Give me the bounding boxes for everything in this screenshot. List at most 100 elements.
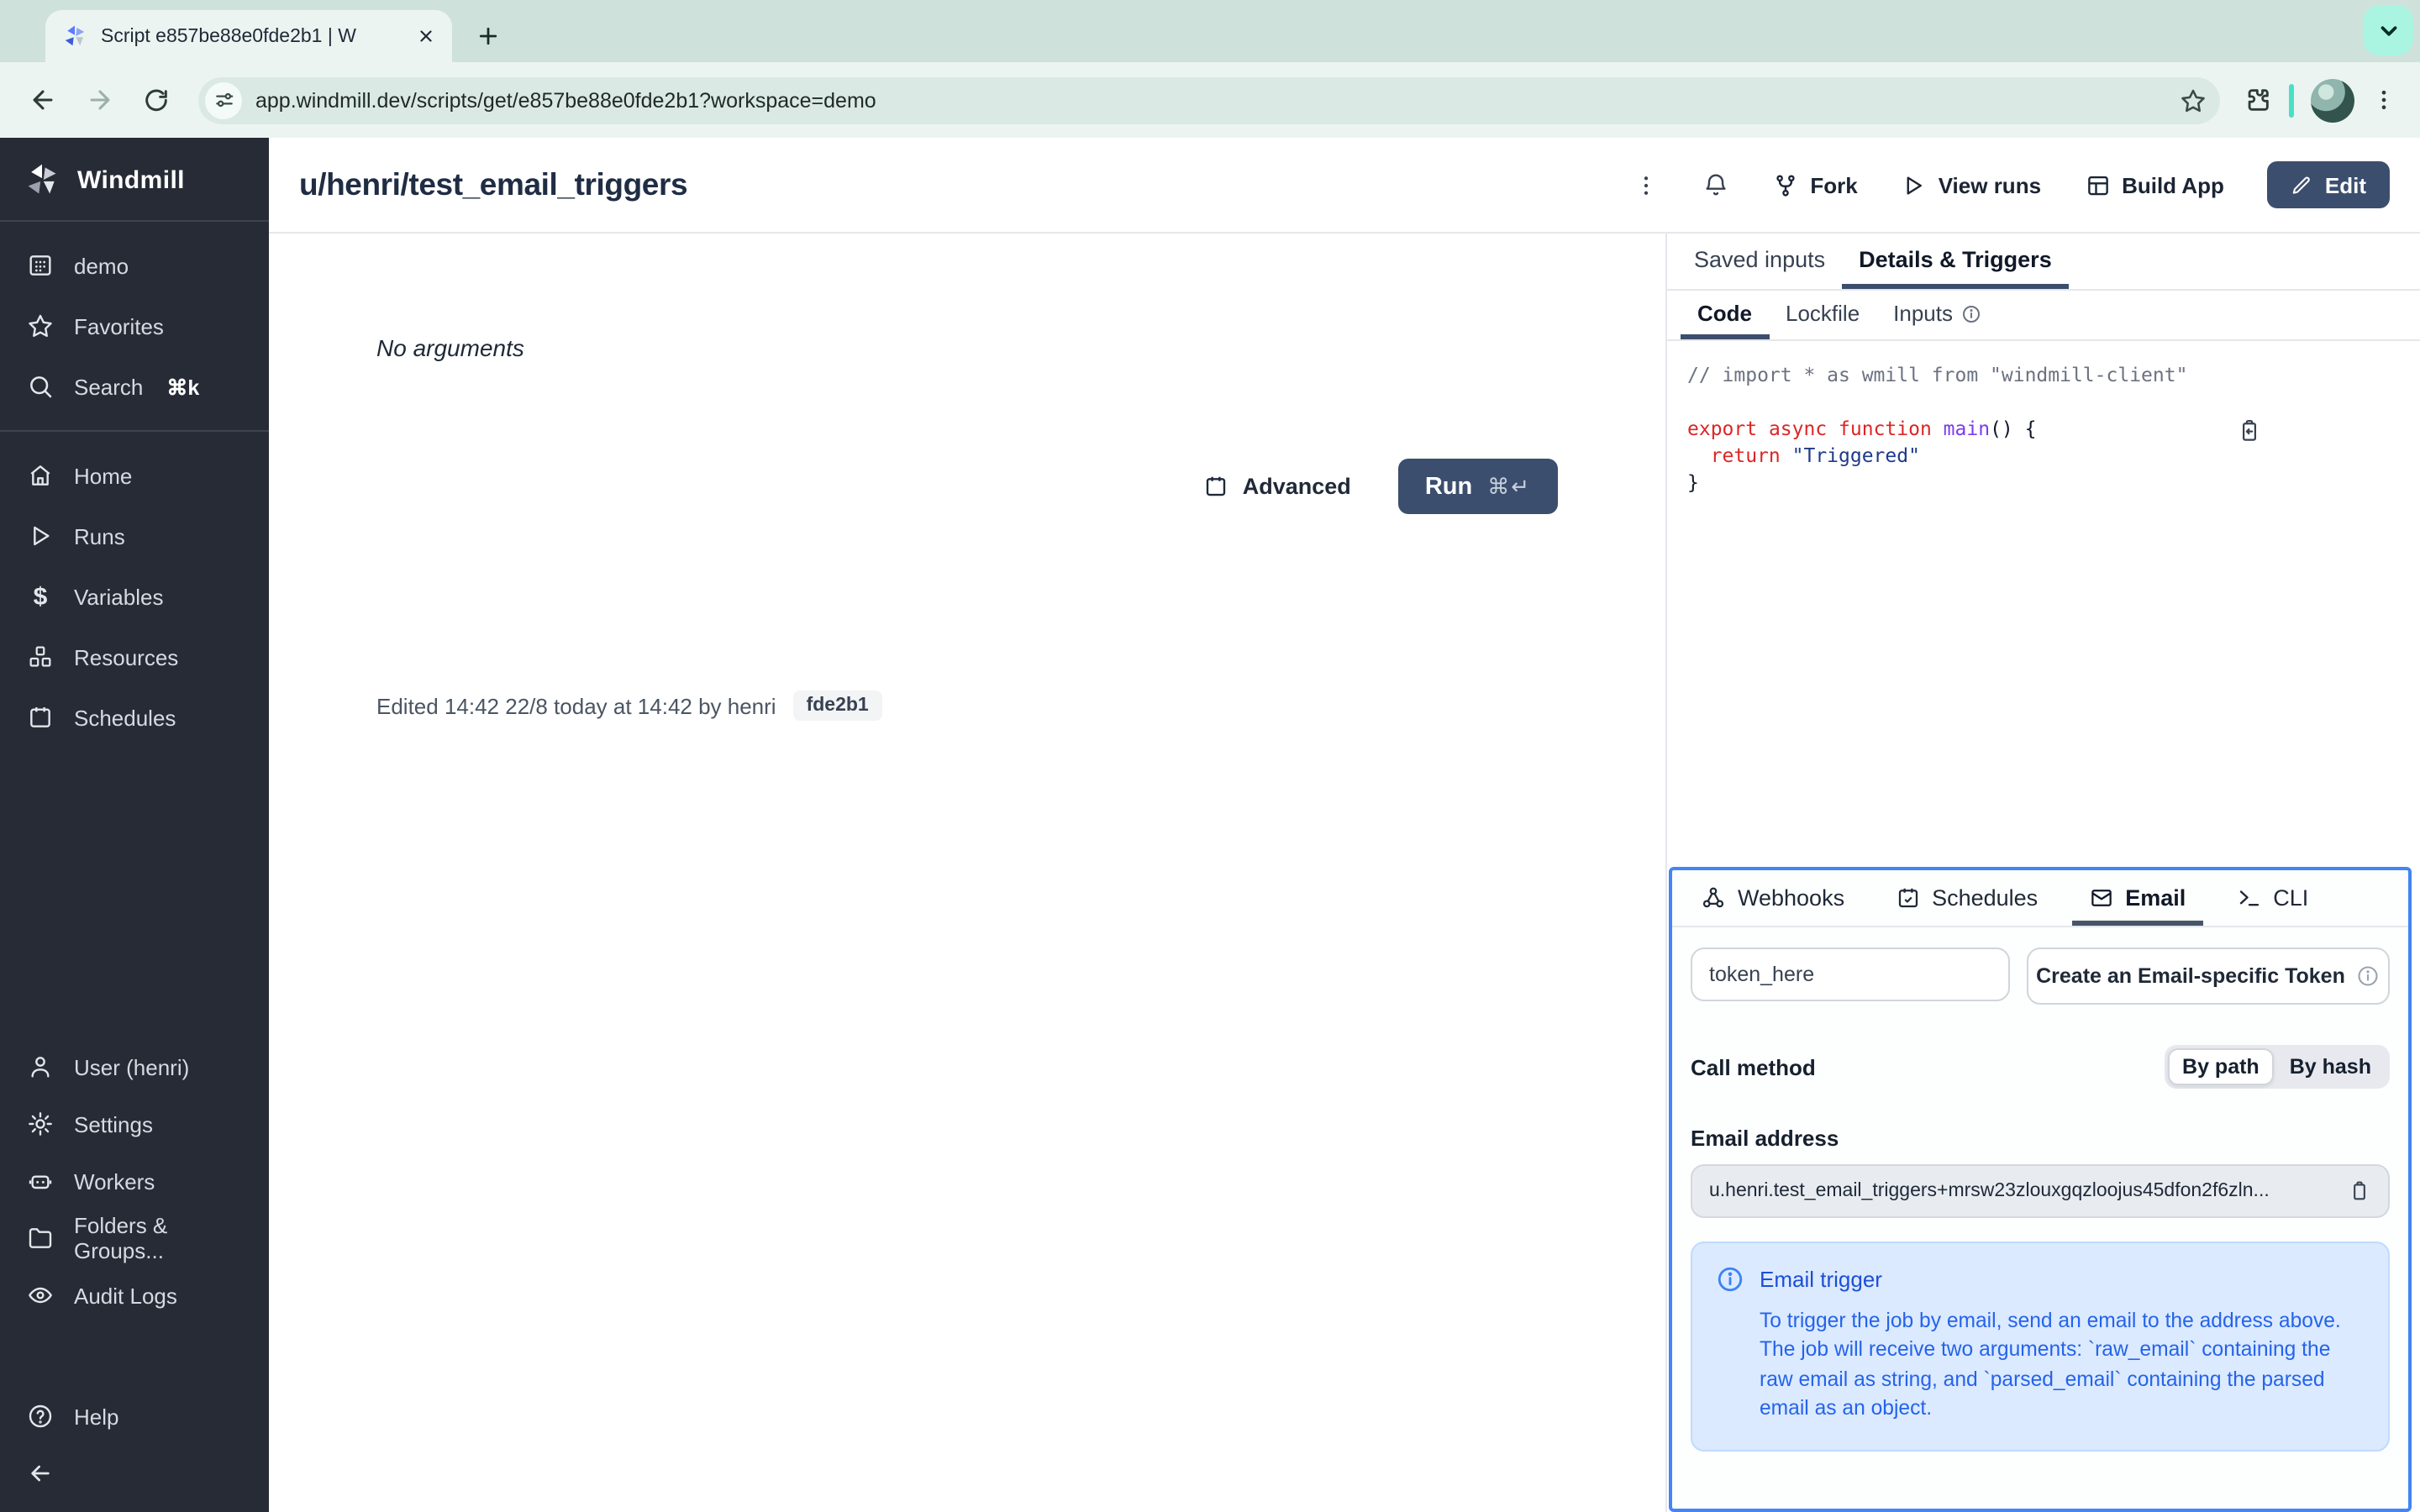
- calendar-icon: [1204, 474, 1229, 499]
- kebab-menu-icon[interactable]: [1634, 172, 1659, 197]
- brand-label: Windmill: [77, 165, 185, 194]
- sidebar-item-resources[interactable]: Resources: [0, 627, 269, 687]
- sidebar-collapse-button[interactable]: [0, 1445, 269, 1502]
- sidebar-item-favorites[interactable]: Favorites: [0, 296, 269, 356]
- create-email-token-button[interactable]: Create an Email-specific Token: [2027, 948, 2390, 1005]
- bookmark-star-icon[interactable]: [2180, 87, 2207, 113]
- browser-tab-strip: Script e857be88e0fde2b1 | W: [0, 0, 2420, 62]
- url-bar[interactable]: app.windmill.dev/scripts/get/e857be88e0f…: [198, 76, 2220, 123]
- sidebar-item-search[interactable]: Search ⌘k: [0, 356, 269, 417]
- window-chevron-button[interactable]: [2363, 5, 2413, 55]
- tab-saved-inputs[interactable]: Saved inputs: [1677, 234, 1842, 289]
- gear-icon: [27, 1110, 54, 1137]
- code-viewer[interactable]: // import * as wmill from "windmill-clie…: [1667, 341, 2420, 566]
- site-info-icon[interactable]: [205, 81, 242, 118]
- content: No arguments Advanced Run ⌘↵ Edited 14:4…: [269, 234, 2420, 1512]
- tab-details-triggers[interactable]: Details & Triggers: [1842, 234, 2069, 289]
- browser-tab[interactable]: Script e857be88e0fde2b1 | W: [45, 10, 452, 62]
- back-icon[interactable]: [17, 75, 67, 125]
- sidebar-item-user[interactable]: User (henri): [0, 1038, 269, 1095]
- token-input[interactable]: [1691, 948, 2010, 1001]
- code-kw-return: return: [1687, 444, 1792, 467]
- new-tab-button[interactable]: [466, 13, 509, 57]
- sidebar-item-label: Help: [74, 1404, 119, 1429]
- extensions-icon[interactable]: [2244, 86, 2272, 114]
- tab-close-icon[interactable]: [412, 23, 439, 50]
- sidebar-item-audit-logs[interactable]: Audit Logs: [0, 1267, 269, 1324]
- help-icon: [27, 1403, 54, 1430]
- info-circle-icon: [1961, 303, 1981, 323]
- webhook-icon: [1701, 885, 1726, 911]
- play-outline-icon: [1902, 172, 1927, 197]
- copy-code-icon[interactable]: [2237, 365, 2400, 497]
- call-method-row: Call method By path By hash: [1691, 1045, 2390, 1089]
- panel-spacer: [1667, 566, 2420, 867]
- bell-icon[interactable]: [1702, 171, 1729, 198]
- page-title: u/henri/test_email_triggers: [299, 166, 688, 202]
- edit-button[interactable]: Edit: [2267, 161, 2390, 208]
- call-method-toggle: By path By hash: [2164, 1045, 2390, 1089]
- app-frame: Windmill demo Favorites Search ⌘k Home R…: [0, 138, 2420, 1512]
- version-badge[interactable]: fde2b1: [792, 690, 882, 721]
- edit-label: Edit: [2324, 172, 2366, 197]
- email-trigger-body: Create an Email-specific Token Call meth…: [1672, 927, 2408, 1472]
- email-address-field[interactable]: u.henri.test_email_triggers+mrsw23zlouxg…: [1691, 1164, 2390, 1218]
- sidebar-item-label: Resources: [74, 644, 179, 669]
- tab-email[interactable]: Email: [2071, 870, 2203, 926]
- tab-lockfile[interactable]: Lockfile: [1769, 291, 1876, 339]
- sidebar-item-schedules[interactable]: Schedules: [0, 687, 269, 748]
- dollar-icon: $: [33, 582, 48, 611]
- sidebar-item-workers[interactable]: Workers: [0, 1152, 269, 1210]
- windmill-brand[interactable]: Windmill: [0, 138, 269, 220]
- sidebar-item-home[interactable]: Home: [0, 445, 269, 506]
- sidebar: Windmill demo Favorites Search ⌘k Home R…: [0, 138, 269, 1512]
- page-header: u/henri/test_email_triggers Fork View ru…: [269, 138, 2420, 234]
- fork-button[interactable]: Fork: [1773, 172, 1858, 197]
- sidebar-item-variables[interactable]: $ Variables: [0, 566, 269, 627]
- tab-code[interactable]: Code: [1681, 291, 1769, 339]
- copy-icon[interactable]: [2348, 1179, 2371, 1203]
- tab-schedules[interactable]: Schedules: [1878, 870, 2054, 926]
- sidebar-item-settings[interactable]: Settings: [0, 1095, 269, 1152]
- envelope-icon: [2088, 885, 2113, 911]
- profile-avatar[interactable]: [2311, 78, 2354, 122]
- run-area: No arguments Advanced Run ⌘↵ Edited 14:4…: [269, 234, 1665, 1512]
- build-app-button[interactable]: Build App: [2085, 172, 2224, 197]
- code-string: "Triggered": [1791, 444, 1920, 467]
- run-button[interactable]: Run ⌘↵: [1397, 459, 1558, 514]
- windmill-logo-icon: [24, 161, 60, 198]
- arrow-left-icon: [27, 1460, 54, 1487]
- email-trigger-infobox: Email trigger To trigger the job by emai…: [1691, 1242, 2390, 1452]
- sidebar-item-folders-groups[interactable]: Folders & Groups...: [0, 1210, 269, 1267]
- eye-icon: [27, 1282, 54, 1309]
- browser-menu-icon[interactable]: [2371, 87, 2396, 113]
- by-path-option[interactable]: By path: [2167, 1048, 2275, 1085]
- by-hash-option[interactable]: By hash: [2275, 1048, 2386, 1085]
- details-tabs: Saved inputs Details & Triggers: [1667, 234, 2420, 291]
- advanced-button[interactable]: Advanced: [1204, 474, 1351, 499]
- sidebar-item-help[interactable]: Help: [0, 1388, 269, 1445]
- sidebar-item-label: User (henri): [74, 1054, 190, 1079]
- tab-email-label: Email: [2125, 885, 2186, 911]
- workspace-grid-icon: [27, 252, 54, 279]
- reload-icon[interactable]: [131, 75, 182, 125]
- fork-label: Fork: [1810, 172, 1858, 197]
- sidebar-item-workspace[interactable]: demo: [0, 235, 269, 296]
- tab-webhooks[interactable]: Webhooks: [1684, 870, 1861, 926]
- user-icon: [27, 1053, 54, 1080]
- infobox-body: To trigger the job by email, send an ema…: [1760, 1309, 2341, 1420]
- calendar-check-icon: [1895, 885, 1920, 911]
- tab-inputs-label: Inputs: [1893, 301, 1953, 326]
- tab-cli[interactable]: CLI: [2219, 870, 2325, 926]
- infobox-header: Email trigger: [1716, 1265, 2365, 1294]
- triggers-panel: Webhooks Schedules Email CLI token_here …: [1669, 867, 2412, 1512]
- info-circle-icon: [1716, 1265, 1744, 1294]
- search-shortcut: ⌘k: [166, 375, 200, 399]
- infobox-title: Email trigger: [1760, 1267, 1882, 1292]
- view-runs-button[interactable]: View runs: [1902, 172, 2041, 197]
- tab-inputs[interactable]: Inputs: [1876, 291, 1998, 339]
- forward-icon[interactable]: [74, 75, 124, 125]
- toolbar-divider: [2289, 83, 2294, 117]
- code-close-brace: }: [1687, 470, 1699, 494]
- sidebar-item-runs[interactable]: Runs: [0, 506, 269, 566]
